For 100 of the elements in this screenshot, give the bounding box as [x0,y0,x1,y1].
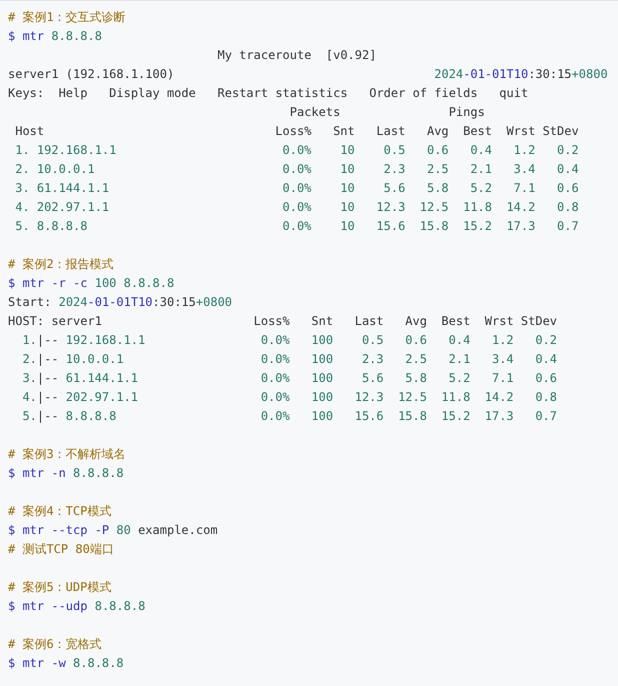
keys-label: Keys: [8,85,44,102]
table-cell-text: 12.5 [418,199,449,216]
column-header: Avg [426,123,449,140]
table-cell-text: 0.4 [556,161,579,178]
command-line: $ mtr -r -c 100 8.8.8.8 [8,275,174,292]
column-header: Last [354,313,384,330]
table-cell-text: 1.2 [512,142,536,159]
hop-number: 4. [14,199,30,216]
table-cell-text: 0.6 [426,142,449,159]
table-cell-text: 100 [310,389,334,406]
host-cell-text: 8.8.8.8 [36,218,88,235]
code-comment: # 案例5：UDP模式 [8,579,112,596]
table-cell-text: 15.8 [397,408,427,425]
hop-number: 2. [14,161,30,178]
table-cell-text: 0.5 [382,142,406,159]
table-cell-text: 5.2 [469,180,492,197]
table-cell-text: 0.8 [556,199,579,216]
table-cell-text: 15.2 [440,408,470,425]
hop-number: 2. [21,351,37,368]
table-cell-text: 10 [339,161,355,178]
table-cell-text: 10 [339,180,355,197]
key-option: Restart statistics [218,84,348,103]
table-cell-text: 10 [339,218,355,235]
table-cell-text: 0.0% [260,332,290,349]
table-cell-text: 2.1 [469,161,492,178]
hop-number: 4. [21,389,37,406]
table-cell-text: 100 [310,332,334,349]
table-cell-text: 0.5 [360,332,384,349]
table-cell-text: 14.2 [505,199,536,216]
table-cell-text: 0.6 [556,180,579,197]
host-cell-text: 8.8.8.8 [66,408,118,425]
table-cell-text: 2.5 [426,161,449,178]
table-cell-text: 0.0% [282,161,312,178]
command-line: Start: 2024-01-01T10:30:15+0800 [8,294,232,311]
table-cell-text: 100 [310,408,334,425]
table-cell-text: 0.6 [404,332,427,349]
table-cell-text: 12.3 [354,389,384,406]
column-header: Wrst [505,123,536,140]
table-cell-text: 5.8 [404,370,427,387]
table-cell-text: 15.8 [418,218,449,235]
column-header: Avg [404,313,427,330]
column-header: Snt [332,123,355,140]
table-cell-text: 0.4 [534,351,557,368]
table-cell-text: 0.4 [469,142,492,159]
hop-number: 1. [14,142,30,159]
table-cell-text: 3.4 [490,351,514,368]
hop-number: 5. [14,218,30,235]
code-comment: # 测试TCP 80端口 [8,541,114,558]
key-option: Help [58,84,88,103]
table-cell-text: 1.2 [490,332,514,349]
column-header: StDev [520,313,558,330]
table-cell-text: 12.3 [375,199,406,216]
table-cell-text: 0.2 [534,332,557,349]
table-cell-text: 5.8 [426,180,449,197]
column-group-header: Packets [290,104,340,121]
table-cell-text: 0.7 [534,408,557,425]
column-group-header: Pings [448,104,485,121]
table-cell-text: 15.2 [462,218,492,235]
hostname-text: server1 (192.168.1.100) [8,66,176,83]
branch-marker: |-- [36,370,60,387]
host-cell-text: 61.144.1.1 [36,180,110,197]
table-cell-text: 0.7 [556,218,579,235]
table-cell-text: 11.8 [440,389,470,406]
table-cell-text: 7.1 [512,180,536,197]
table-cell-text: 11.8 [462,199,492,216]
command-line: $ mtr -n 8.8.8.8 [8,465,124,482]
column-header: Wrst [484,313,514,330]
table-cell-text: 0.0% [282,218,312,235]
branch-marker: |-- [36,389,60,406]
host-cell-text: 192.168.1.1 [66,332,146,349]
table-cell-text: 5.2 [448,370,470,387]
table-cell-text: 0.0% [260,370,290,387]
table-cell-text: 2.3 [382,161,406,178]
key-option: Order of fields [369,84,478,103]
table-cell-text: 0.0% [282,142,312,159]
table-cell-text: 10 [339,142,355,159]
table-cell-text: 5.6 [382,180,406,197]
host-cell-text: 61.144.1.1 [66,370,140,387]
table-cell-text: 17.3 [505,218,536,235]
table-cell-text: 0.0% [260,389,290,406]
column-header: Last [375,123,406,140]
hop-number: 3. [21,370,37,387]
table-cell-text: 0.8 [534,389,557,406]
host-cell-text: 202.97.1.1 [36,199,110,216]
column-header: Best [440,313,470,330]
column-header: Loss% [254,313,290,330]
table-cell-text: 0.0% [282,199,312,216]
branch-marker: |-- [36,408,60,425]
column-header: StDev [542,123,579,140]
table-cell-text: 100 [310,370,334,387]
table-cell-text: 14.2 [484,389,514,406]
command-line: $ mtr -w 8.8.8.8 [8,655,124,672]
table-cell-text: 5.6 [360,370,384,387]
hop-number: 3. [14,180,30,197]
column-header: Loss% [275,123,312,140]
code-comment: # 案例3：不解析域名 [8,446,126,463]
table-cell-text: 12.5 [397,389,427,406]
table-cell-text: 7.1 [490,370,514,387]
table-cell-text: 0.0% [260,351,290,368]
table-cell-text: 15.6 [375,218,406,235]
